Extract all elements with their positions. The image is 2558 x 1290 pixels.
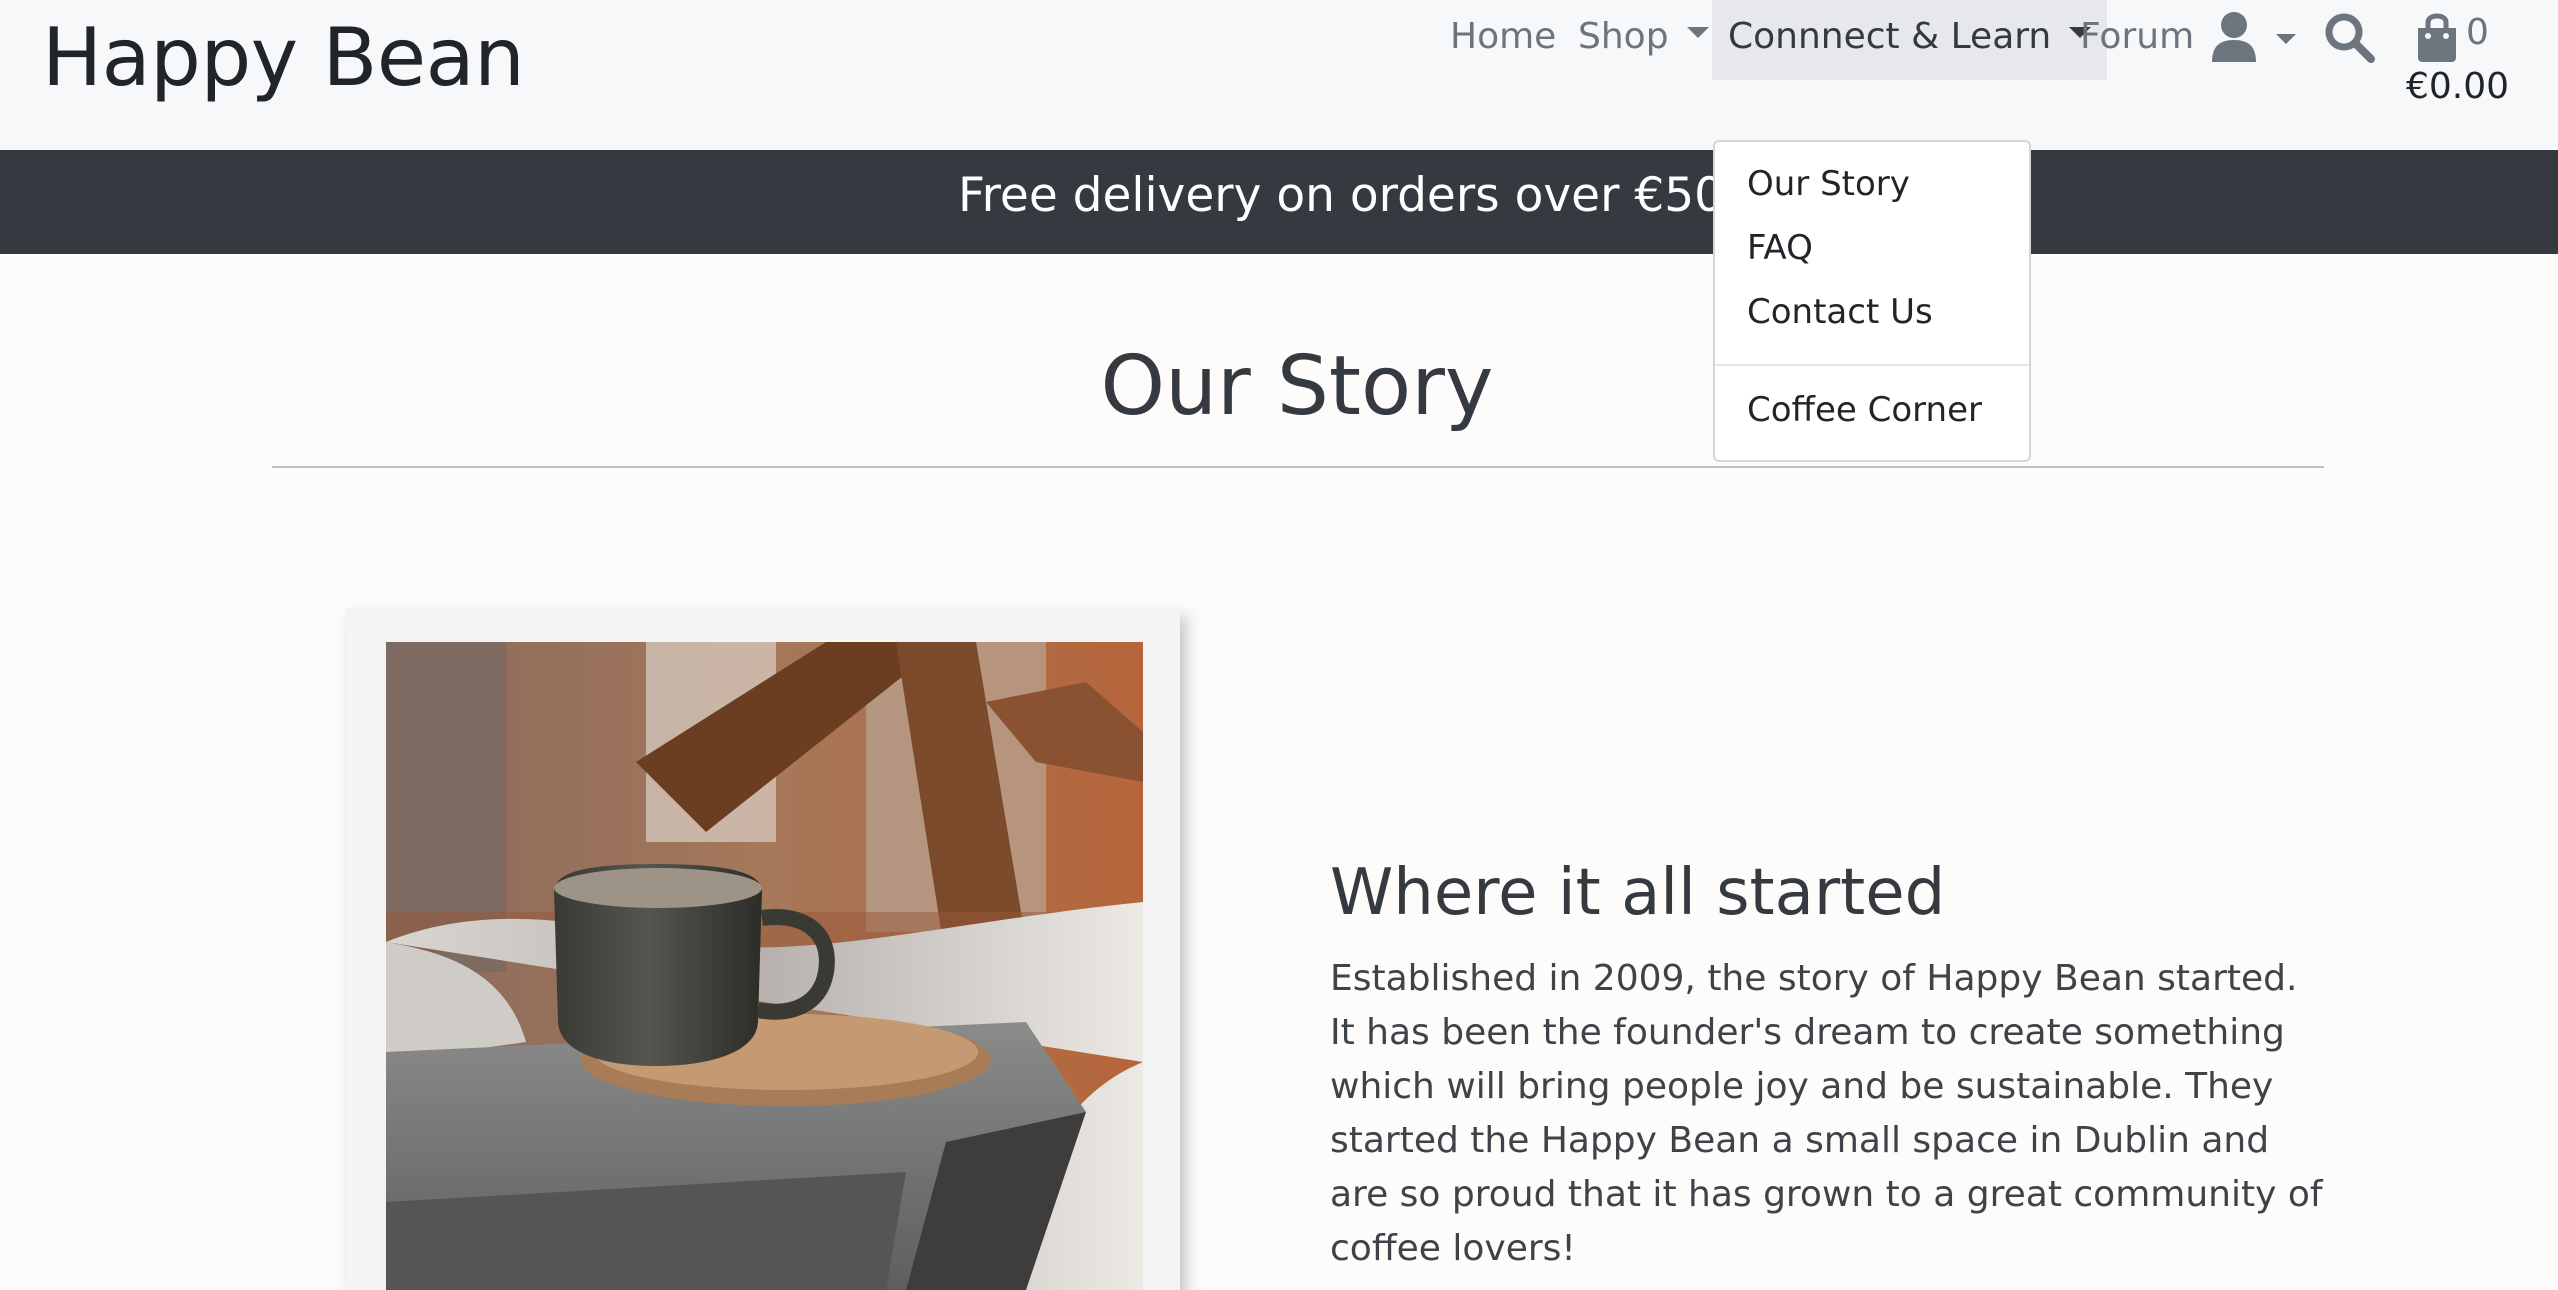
page-title: Our Story xyxy=(1100,339,1494,434)
banner-text: Free delivery on orders over €50 xyxy=(958,168,1725,223)
nav-forum-link[interactable]: Forum xyxy=(2080,0,2194,80)
dropdown-item-contact-us[interactable]: Contact Us xyxy=(1747,292,1933,332)
delivery-banner: Free delivery on orders over €50 xyxy=(0,150,2558,254)
cart-item-count[interactable]: 0 xyxy=(2466,12,2489,53)
brand-logo-link[interactable]: Happy Bean xyxy=(42,6,525,110)
shopping-bag-link[interactable] xyxy=(2414,10,2460,62)
nav-home-label: Home xyxy=(1450,16,1557,57)
chevron-down-icon xyxy=(1686,26,1709,38)
coffee-cup-photo xyxy=(386,642,1143,1290)
section-body: Established in 2009, the story of Happy … xyxy=(1330,958,2323,1269)
search-button[interactable] xyxy=(2324,12,2376,64)
shopping-bag-icon xyxy=(2418,13,2456,62)
search-icon xyxy=(2325,13,2375,63)
nav-shop-label: Shop xyxy=(1578,16,1669,57)
connect-learn-dropdown-menu: Our Story FAQ Contact Us Coffee Corner xyxy=(1713,140,2031,462)
account-dropdown[interactable] xyxy=(2210,10,2300,66)
nav-forum-label: Forum xyxy=(2080,16,2195,57)
nav-connect-learn-label: Connnect & Learn xyxy=(1728,16,2052,57)
dropdown-divider xyxy=(1715,364,2029,366)
nav-connect-learn-dropdown[interactable]: Connnect & Learn xyxy=(1712,0,2108,80)
coffee-cup-image xyxy=(386,642,1143,1290)
dropdown-item-faq[interactable]: FAQ xyxy=(1747,228,1813,268)
site-header: Happy Bean Home Shop Connnect & Learn Fo… xyxy=(0,0,2558,150)
user-icon xyxy=(2212,12,2296,62)
cart-total[interactable]: €0.00 xyxy=(2406,66,2509,107)
dropdown-item-our-story[interactable]: Our Story xyxy=(1747,164,1910,204)
title-divider xyxy=(272,466,2324,468)
nav-shop-dropdown[interactable]: Shop xyxy=(1578,0,1709,80)
dropdown-item-coffee-corner[interactable]: Coffee Corner xyxy=(1747,390,1982,430)
nav-home-link[interactable]: Home xyxy=(1450,0,1556,80)
section-heading: Where it all started xyxy=(1330,856,1946,930)
